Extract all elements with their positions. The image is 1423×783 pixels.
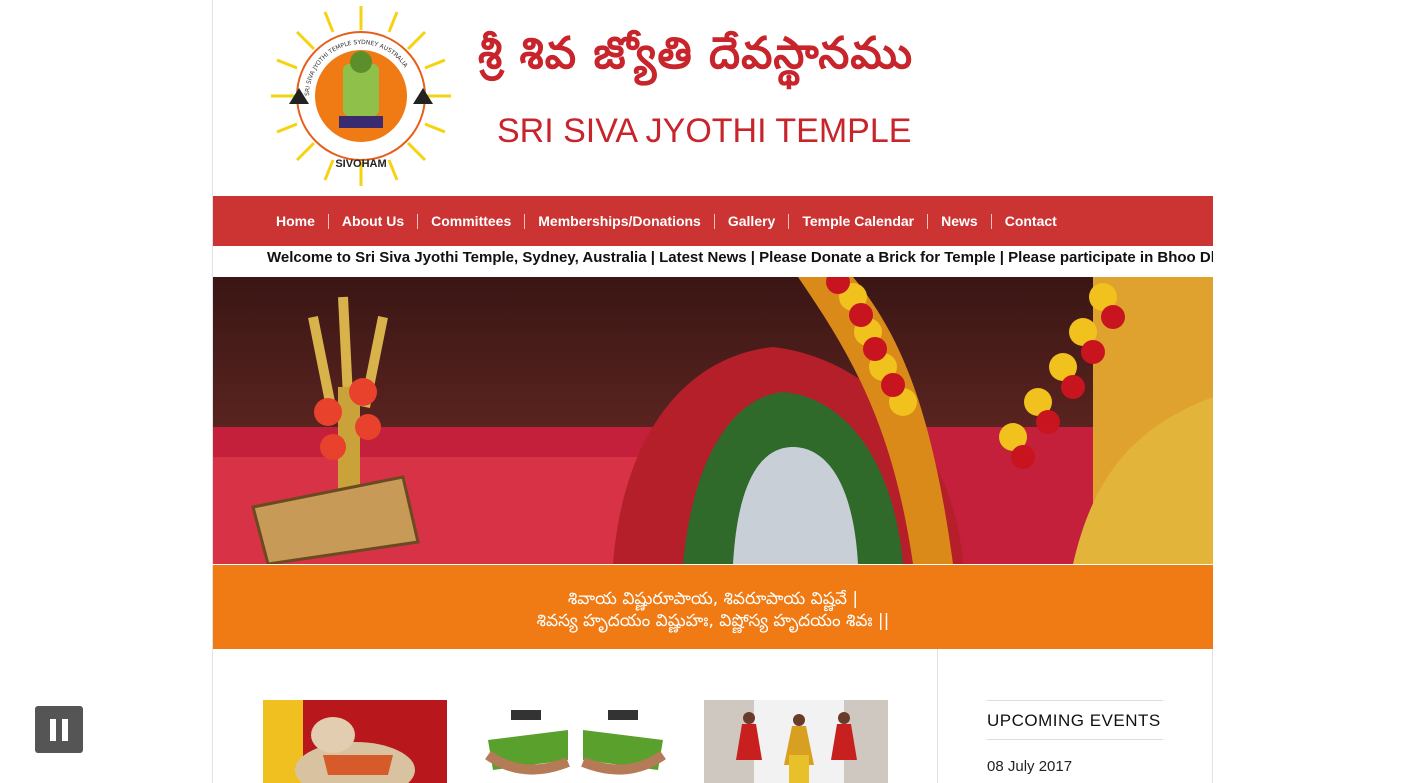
nav-gallery[interactable]: Gallery — [715, 213, 788, 229]
logo-motto: SIVOHAM — [335, 158, 386, 170]
nav-home[interactable]: Home — [263, 213, 328, 229]
sanskrit-shloka-banner: శివాయ విష్ణురూపాయ, శివరూపాయ విష్ణవే | శి… — [213, 565, 1213, 649]
ticker-text[interactable]: Welcome to Sri Siva Jyothi Temple, Sydne… — [267, 249, 1213, 266]
nav-temple-calendar[interactable]: Temple Calendar — [789, 213, 927, 229]
hero-slideshow-image[interactable] — [213, 277, 1213, 564]
slideshow-pause-button[interactable] — [35, 706, 83, 753]
shloka-line-2: శివస్య హృదయం విష్ణుహః, విష్ణోస్య హృదయం శ… — [536, 611, 890, 631]
temple-logo[interactable]: SRI SIVA JYOTHI TEMPLE SYDNEY AUSTRALIA … — [269, 4, 453, 188]
shloka-line-1: శివాయ విష్ణురూపాయ, శివరూపాయ విష్ణవే | — [567, 589, 859, 609]
page-container: SRI SIVA JYOTHI TEMPLE SYDNEY AUSTRALIA … — [212, 0, 1213, 783]
nav-news[interactable]: News — [928, 213, 991, 229]
telugu-site-title: శ్రీ శివ జ్యోతి దేవస్థానము — [478, 28, 914, 79]
site-header: SRI SIVA JYOTHI TEMPLE SYDNEY AUSTRALIA … — [213, 0, 1213, 196]
english-site-title: SRI SIVA JYOTHI TEMPLE — [497, 112, 912, 150]
nav-contact[interactable]: Contact — [992, 213, 1070, 229]
shiva-lingam-altar-photo — [213, 277, 1213, 564]
nav-committees[interactable]: Committees — [418, 213, 524, 229]
news-ticker[interactable]: Welcome to Sri Siva Jyothi Temple, Sydne… — [213, 246, 1213, 277]
nav-about-us[interactable]: About Us — [329, 213, 417, 229]
thumbnail-nandi-statue[interactable] — [263, 700, 447, 783]
sidebar-divider — [937, 649, 938, 783]
pause-icon — [50, 718, 56, 741]
event-date[interactable]: 08 July 2017 — [987, 758, 1072, 775]
main-navigation: Home About Us Committees Memberships/Don… — [213, 196, 1213, 246]
thumbnail-bhoo-dhanam[interactable] — [483, 700, 667, 783]
thumbnail-dance-performance[interactable] — [704, 700, 888, 783]
pause-icon — [62, 718, 68, 741]
upcoming-events-heading: UPCOMING EVENTS — [987, 700, 1163, 740]
nav-memberships-donations[interactable]: Memberships/Donations — [525, 213, 714, 229]
